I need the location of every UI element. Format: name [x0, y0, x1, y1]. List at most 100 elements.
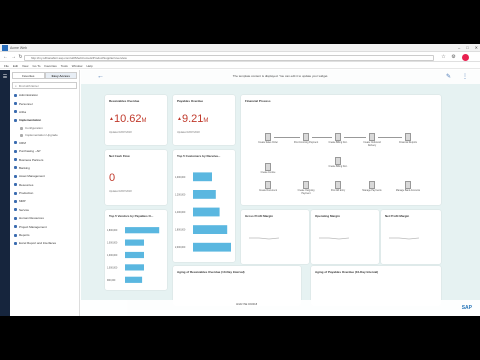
sidebar-item-label: Service [19, 207, 30, 212]
url-input[interactable]: http://my.s4hanafiori.sap.com/ui#Shell-h… [24, 54, 434, 61]
menu-item[interactable]: Tools [61, 63, 68, 68]
sidebar-item-label: Resources [19, 182, 34, 187]
process-node[interactable]: Post AR Entry [331, 181, 345, 193]
settings-icon[interactable]: ⚙ [450, 54, 457, 61]
search-input[interactable] [18, 83, 69, 88]
bar[interactable] [125, 239, 144, 246]
process-node[interactable]: Financial Reports [399, 133, 417, 145]
receivables-card[interactable]: Receivables Overdue ▲10.62M Updated 18/0… [105, 95, 167, 145]
folder-icon [14, 158, 17, 162]
payables-card[interactable]: Payables Overdue ▲9.21M Updated 18/07/20… [173, 95, 235, 145]
document-icon [265, 163, 271, 171]
card-title: Aging of Receivables Overdue (10-Day Int… [177, 270, 245, 274]
process-node[interactable]: Create Document [259, 181, 277, 193]
document-icon [265, 181, 271, 189]
net-profit-margin-card[interactable]: Net Profit Margin [381, 210, 441, 264]
maximize-button[interactable]: □ [466, 45, 468, 50]
bar[interactable] [125, 276, 143, 283]
sidebar-item[interactable]: Banking [10, 164, 79, 172]
document-icon [265, 133, 271, 141]
menu-item[interactable]: Help [86, 63, 92, 68]
sidebar-item[interactable]: Implementation Upgrade [10, 132, 79, 139]
bar[interactable] [193, 172, 212, 182]
menu-item[interactable]: Favorites [44, 63, 56, 68]
process-node[interactable]: Post Incoming Payment [294, 133, 318, 145]
more-icon[interactable]: ⋮ [462, 73, 468, 80]
gross-margin-card[interactable]: Gross Profit Margin [241, 210, 309, 264]
menu-icon[interactable]: ☰ [2, 74, 8, 80]
bar-label: 1,000,000 [107, 267, 118, 269]
financial-process-card[interactable]: Financial Process Create Sales Order Post… [241, 95, 441, 205]
process-node[interactable]: Create Outbound Delivery [363, 133, 381, 147]
bar[interactable] [193, 207, 220, 217]
process-arrow [274, 137, 300, 138]
sidebar-item[interactable]: CRM [10, 139, 79, 147]
bar[interactable] [193, 225, 228, 234]
sidebar-item[interactable]: Ariba [10, 108, 79, 116]
bar-label: 900,000 [107, 280, 116, 282]
sidebar-item[interactable]: Excel Report and Interfaces [10, 239, 79, 247]
menu-item[interactable]: Window [72, 63, 83, 68]
close-button[interactable]: ✕ [475, 45, 478, 50]
sidebar-item[interactable]: Production [10, 189, 79, 197]
tab-easy-access[interactable]: Easy Access [44, 72, 77, 79]
process-node[interactable]: Manage Payments [362, 181, 382, 193]
sidebar-item-label: Implementation Upgrade [25, 133, 58, 138]
sidebar-item[interactable]: Purchasing - AP [10, 147, 79, 155]
sidebar-item-label: Excel Report and Interfaces [19, 241, 57, 246]
sidebar-item-label: Personnel [19, 101, 33, 106]
sidebar-item[interactable]: Business Partners [10, 155, 79, 163]
process-label: Create Sales Order [258, 142, 278, 144]
bar[interactable] [193, 242, 231, 252]
folder-icon [14, 183, 17, 187]
sidebar-item[interactable]: Personnel [10, 99, 79, 107]
avatar-icon[interactable] [462, 54, 469, 61]
operating-margin-card[interactable]: Operating Margin [311, 210, 379, 264]
sidebar-item[interactable]: Service [10, 206, 79, 214]
minimize-button[interactable]: – [458, 45, 460, 50]
menu-item[interactable]: View [22, 63, 28, 68]
kpi-date: Updated 18/07/2018 [109, 131, 132, 134]
document-icon [405, 181, 411, 189]
star-icon[interactable]: ☆ [440, 54, 447, 61]
process-label: Financial Reports [399, 142, 417, 144]
kpi-date: Updated 18/07/2018 [109, 190, 132, 193]
folder-icon [14, 141, 17, 145]
menu-item[interactable]: File [4, 63, 9, 68]
process-node[interactable]: Create Billing Doc. [328, 157, 348, 169]
refresh-icon[interactable]: ↻ [17, 54, 24, 61]
bar-label: 1,800,000 [175, 230, 186, 232]
menu-item[interactable]: Edit [13, 63, 18, 68]
sidebar-item[interactable]: Human Resources [10, 214, 79, 222]
sidebar-item[interactable]: Configuration [10, 125, 79, 132]
top5-customers-card[interactable]: Top 5 Customers by Receiva... 1,000,000 1… [173, 150, 235, 262]
sidebar-item[interactable]: Resources [10, 181, 79, 189]
tab-favorites[interactable]: Favorites [12, 72, 45, 79]
sidebar-item[interactable]: MRP [10, 197, 79, 205]
process-node[interactable]: Create Invoice [261, 163, 275, 175]
process-node[interactable]: Create Outgoing Payment [298, 181, 314, 195]
back-arrow-icon[interactable]: ← [2, 54, 9, 61]
sidebar-item[interactable]: Implementation [10, 116, 79, 124]
process-label: Create Outgoing Payment [297, 190, 315, 195]
bar[interactable] [125, 264, 144, 271]
bar[interactable] [125, 251, 144, 259]
process-label: Create Billing Doc. [328, 166, 348, 168]
sidebar-item[interactable]: Asset Management [10, 172, 79, 180]
sidebar-item[interactable]: Administration [10, 91, 79, 99]
sidebar-item[interactable]: Project Management [10, 222, 79, 230]
sidebar-item-label: MRP [19, 199, 26, 204]
process-node[interactable]: Manage Bank Accounts [396, 181, 420, 193]
folder-icon [14, 225, 17, 229]
sidebar-item[interactable]: Reports [10, 231, 79, 239]
bar[interactable] [125, 227, 160, 234]
menu-item[interactable]: Go To [32, 63, 40, 68]
process-node[interactable]: Create Billing Doc. [328, 133, 348, 145]
edit-icon[interactable]: ✎ [446, 73, 451, 80]
bar[interactable] [193, 190, 216, 199]
sidebar-item-label: Business Partners [19, 157, 44, 162]
forward-arrow-icon[interactable]: → [10, 54, 17, 61]
netcash-card[interactable]: Net Cash Flow 0 Updated 18/07/2018 [105, 150, 167, 205]
top5-vendors-card[interactable]: Top 5 Vendors by Payables O... 1,800,000… [105, 210, 167, 290]
process-node[interactable]: Create Sales Order [258, 133, 278, 145]
